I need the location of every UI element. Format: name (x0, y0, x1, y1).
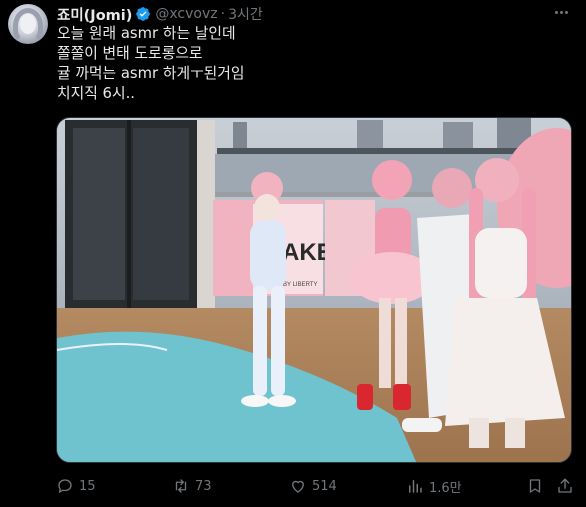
tweet-text-line: 오늘 원래 asmr 하는 날인데 (57, 25, 236, 42)
reply-button[interactable]: 15 (56, 476, 96, 496)
building (233, 122, 247, 148)
tweet-text-line: 귤 까먹는 asmr 하게ㅜ된거임 (57, 65, 245, 82)
like-count: 514 (312, 478, 337, 494)
verified-badge-icon (136, 7, 151, 21)
more-dot (559, 10, 563, 14)
banner-subtext: BY LIBERTY (283, 282, 317, 288)
tweet-media-photo[interactable]: AKE BY LIBERTY (56, 117, 572, 463)
share-icon (558, 478, 572, 493)
building (357, 120, 383, 150)
more-dot (564, 10, 568, 14)
analytics-icon (409, 480, 422, 493)
tweet-text-line: 쫄쫄이 변태 도로롱으로 (57, 45, 203, 62)
repost-count: 73 (195, 478, 212, 494)
view-count: 1.6만 (429, 480, 462, 496)
author-name[interactable]: 죠미(Jomi) (57, 4, 132, 25)
photo-scene: AKE BY LIBERTY (57, 118, 571, 462)
reply-count: 15 (79, 478, 96, 494)
tweet-header: 죠미(Jomi) @xcvovz · 3시간 (57, 4, 263, 24)
tweet-text: 오늘 원래 asmr 하는 날인데 쫄쫄이 변태 도로롱으로 귤 까먹는 asm… (57, 24, 245, 104)
author-avatar[interactable] (8, 4, 48, 44)
door-pane (133, 128, 189, 300)
tweet-text-line: 치지직 6시.. (57, 85, 135, 102)
bookmark-button[interactable] (526, 476, 544, 496)
tweet-actions: 15 73 514 1.6만 (56, 476, 576, 496)
separator-dot: · (220, 6, 226, 22)
door-frame (127, 120, 131, 308)
door-pane (73, 128, 125, 300)
heart-icon (292, 480, 304, 493)
share-button[interactable] (556, 476, 574, 496)
author-handle[interactable]: @xcvovz (155, 6, 217, 22)
avatar-face (20, 14, 36, 34)
repost-icon (175, 479, 187, 493)
reply-icon (58, 479, 72, 494)
more-dot (554, 10, 558, 14)
more-options-icon[interactable] (550, 2, 572, 22)
views-button[interactable]: 1.6만 (406, 476, 462, 496)
tweet-timestamp[interactable]: 3시간 (228, 4, 263, 24)
wall (197, 120, 215, 310)
like-button[interactable]: 514 (289, 476, 337, 496)
repost-button[interactable]: 73 (172, 476, 212, 496)
bookmark-icon (529, 479, 541, 493)
